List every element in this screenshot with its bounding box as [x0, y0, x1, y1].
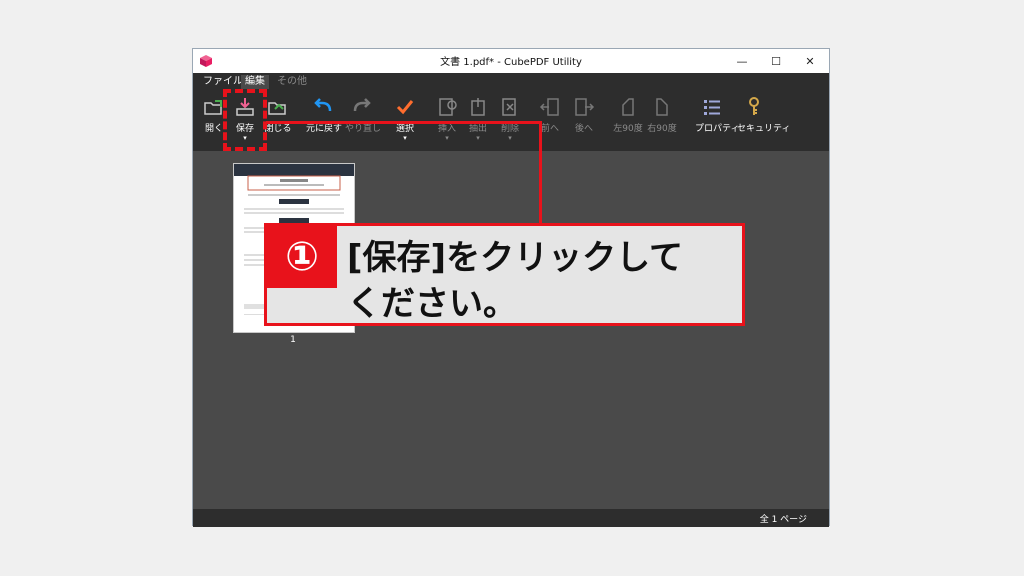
undo-arrow-icon [314, 98, 332, 112]
callout-connector-line [266, 121, 542, 124]
move-next-icon [575, 98, 595, 116]
rotate-left-button[interactable]: 左90度 [611, 97, 645, 145]
title-bar: 文書 1.pdf* - CubePDF Utility — ☐ ✕ [193, 49, 829, 73]
move-prev-icon [539, 98, 559, 116]
close-folder-icon [268, 102, 286, 115]
open-folder-icon [204, 100, 222, 115]
rotate-right-icon [656, 98, 668, 116]
extract-dropdown-arrow[interactable]: ▾ [461, 134, 495, 142]
callout-connector-line-vertical [539, 121, 542, 224]
security-button[interactable]: セキュリティ [737, 97, 791, 145]
page-count: 全 1 ページ [759, 515, 807, 525]
minimize-button[interactable]: — [725, 49, 759, 73]
next-label: 後へ [574, 124, 593, 134]
properties-label: プロパティ [695, 124, 740, 134]
thumbnail-area: 1 [193, 151, 829, 509]
extract-page-icon [471, 98, 485, 116]
save-highlight-box [223, 89, 267, 151]
close-button[interactable]: ✕ [793, 49, 827, 73]
select-dropdown-arrow[interactable]: ▾ [388, 134, 422, 142]
rotate-left-label: 左90度 [613, 124, 643, 134]
properties-button[interactable]: プロパティ [695, 97, 740, 145]
rotate-right-button[interactable]: 右90度 [645, 97, 679, 145]
step-number-badge: ① [267, 226, 337, 288]
menu-edit[interactable]: 編集 [241, 75, 269, 89]
rotate-left-icon [622, 98, 634, 116]
insert-page-icon [439, 98, 457, 116]
properties-list-icon [704, 100, 720, 115]
key-icon [749, 97, 759, 115]
menu-file[interactable]: ファイル [199, 75, 247, 89]
maximize-button[interactable]: ☐ [759, 49, 793, 73]
redo-arrow-icon [353, 98, 371, 112]
instruction-callout: ① [保存]をクリックして ください。 [264, 223, 745, 326]
rotate-right-label: 右90度 [647, 124, 677, 134]
menu-other[interactable]: その他 [273, 75, 311, 89]
instruction-line-2: ください。 [347, 284, 517, 324]
security-label: セキュリティ [737, 124, 791, 134]
move-next-button[interactable]: 後へ [567, 97, 601, 145]
status-bar: 全 1 ページ [193, 509, 829, 527]
delete-page-icon [502, 98, 516, 116]
delete-dropdown-arrow[interactable]: ▾ [493, 134, 527, 142]
checkmark-icon [396, 100, 414, 115]
page-number-label: 1 [290, 335, 296, 345]
instruction-line-1: [保存]をクリックして [347, 238, 684, 278]
menu-bar: ファイル 編集 その他 [193, 73, 829, 91]
insert-dropdown-arrow[interactable]: ▾ [430, 134, 464, 142]
